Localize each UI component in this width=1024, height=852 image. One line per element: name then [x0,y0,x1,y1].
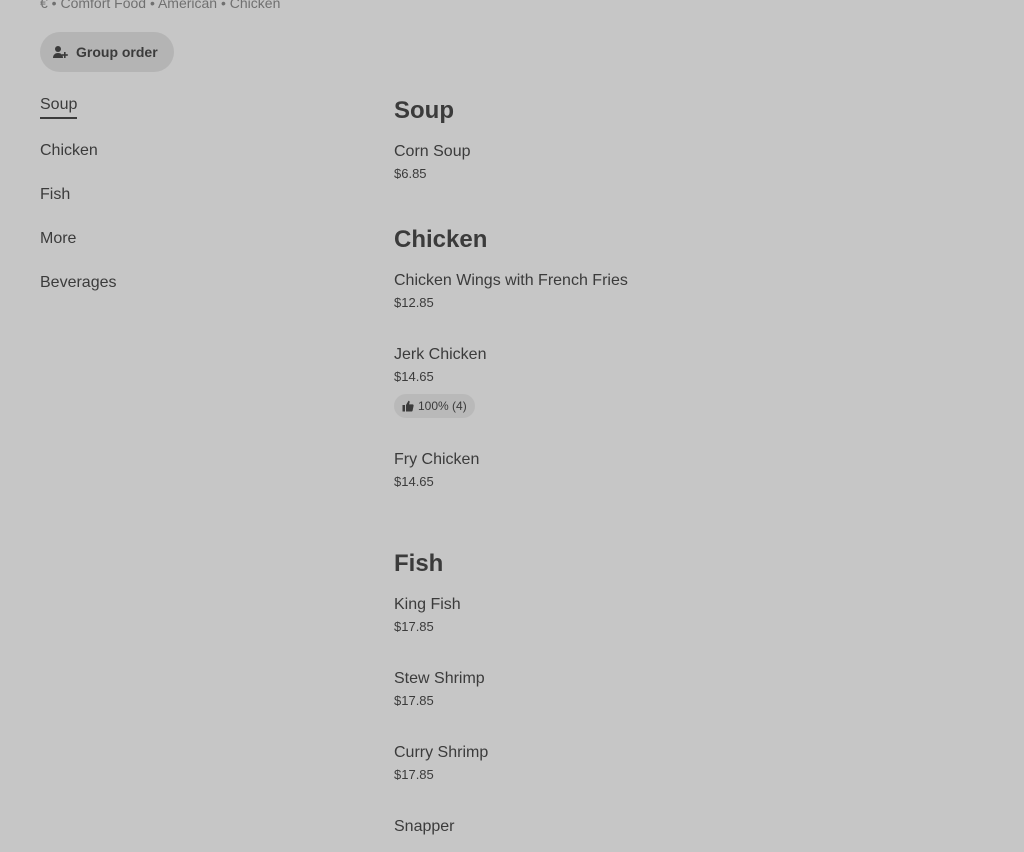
item-name: Curry Shrimp [394,744,489,761]
menu-item[interactable]: Jerk Chicken $14.65 100% (4) [394,313,974,418]
sidebar-item-beverages[interactable]: Beverages [40,271,117,295]
section-title: Soup [394,97,454,124]
item-name: Stew Shrimp [394,670,485,687]
menu-item[interactable]: Chicken Wings with French Fries $12.85 [394,256,974,313]
item-name: Snapper [394,818,455,835]
sidebar-item-more[interactable]: More [40,227,76,251]
rating-text: 100% (4) [418,399,467,413]
menu-list: Soup Corn Soup $6.85 Chicken Chicken Win… [394,95,974,852]
menu-item[interactable]: King Fish $17.85 [394,580,974,637]
item-price: $17.85 [394,767,434,782]
menu-item[interactable]: Fry Chicken $14.65 [394,418,974,492]
category-sidebar: Soup Chicken Fish More Beverages [40,93,320,315]
menu-section-soup: Soup Corn Soup $6.85 [394,95,974,184]
item-name: Jerk Chicken [394,346,487,363]
group-order-button[interactable]: Group order [40,32,174,72]
item-price: $14.65 [394,369,434,384]
item-price: $14.65 [394,474,434,489]
menu-section-chicken: Chicken Chicken Wings with French Fries … [394,224,974,492]
item-name: Fry Chicken [394,451,480,468]
item-price: $6.85 [394,166,427,181]
menu-item[interactable]: Snapper [394,785,974,838]
group-order-label: Group order [76,44,158,60]
person-add-icon [52,44,68,60]
thumbs-up-icon [402,400,414,412]
sidebar-item-soup[interactable]: Soup [40,93,78,119]
item-price: $17.85 [394,693,434,708]
rating-badge: 100% (4) [394,394,475,418]
item-price: $12.85 [394,295,434,310]
item-name: Chicken Wings with French Fries [394,272,628,289]
menu-item[interactable]: Stew Shrimp $17.85 [394,637,974,711]
store-meta-tags: € • Comfort Food • American • Chicken [40,0,281,11]
item-price: $17.85 [394,619,434,634]
sidebar-item-chicken[interactable]: Chicken [40,139,98,163]
store-menu-page: € • Comfort Food • American • Chicken Gr… [0,0,1024,852]
section-title: Fish [394,550,444,577]
sidebar-item-fish[interactable]: Fish [40,183,70,207]
item-name: King Fish [394,596,461,613]
menu-item[interactable]: Corn Soup $6.85 [394,127,974,184]
section-title: Chicken [394,226,488,253]
menu-section-fish: Fish King Fish $17.85 Stew Shrimp $17.85… [394,548,974,838]
menu-item[interactable]: Curry Shrimp $17.85 [394,711,974,785]
item-name: Corn Soup [394,143,471,160]
